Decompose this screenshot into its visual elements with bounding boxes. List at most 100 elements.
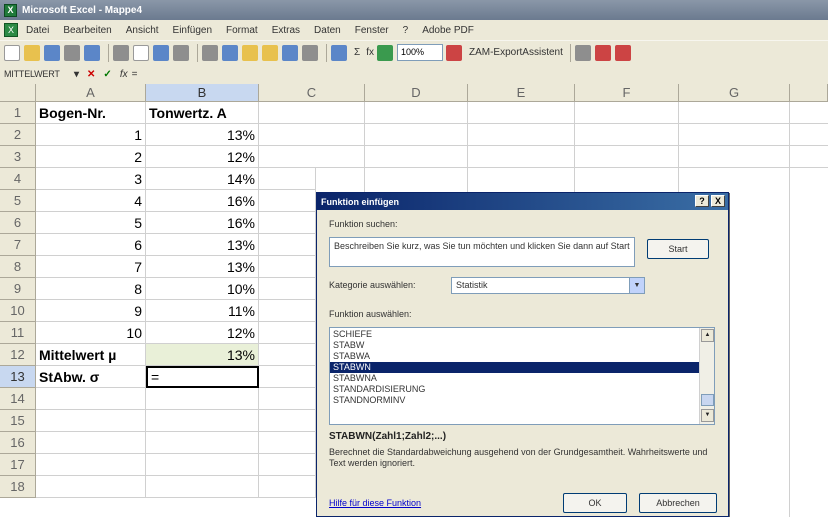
function-item[interactable]: STANDARDISIERUNG bbox=[330, 384, 714, 395]
redo-icon[interactable] bbox=[302, 44, 318, 61]
cancel-icon[interactable]: ✕ bbox=[87, 69, 95, 80]
function-item-selected[interactable]: STABWN bbox=[330, 362, 714, 373]
save-icon[interactable] bbox=[44, 44, 60, 61]
column-header-g[interactable]: G bbox=[679, 84, 790, 102]
function-list-scrollbar[interactable]: ▲ ▼ bbox=[699, 328, 714, 424]
start-button[interactable]: Start bbox=[647, 239, 709, 259]
format-painter-icon[interactable] bbox=[262, 44, 278, 61]
scroll-thumb[interactable] bbox=[701, 394, 714, 406]
column-header-c[interactable]: C bbox=[259, 84, 365, 102]
insert-function-icon[interactable]: fx bbox=[120, 69, 128, 80]
print-icon[interactable] bbox=[113, 44, 129, 61]
cell-row9-empty[interactable] bbox=[259, 278, 316, 300]
undo-icon[interactable] bbox=[282, 44, 298, 61]
cell-row12-empty[interactable] bbox=[259, 344, 316, 366]
column-header-d[interactable]: D bbox=[365, 84, 468, 102]
cell-row10-empty[interactable] bbox=[259, 300, 316, 322]
cell-a6[interactable]: 5 bbox=[36, 212, 146, 234]
enter-icon[interactable]: ✓ bbox=[103, 69, 111, 80]
cell-row3-empty[interactable] bbox=[259, 146, 828, 168]
column-header-h[interactable] bbox=[790, 84, 828, 102]
menu-extras[interactable]: Extras bbox=[272, 25, 300, 36]
cell-a14[interactable] bbox=[36, 388, 146, 410]
column-header-e[interactable]: E bbox=[468, 84, 575, 102]
cell-row15-empty[interactable] bbox=[259, 410, 316, 432]
category-select[interactable]: Statistik ▼ bbox=[451, 277, 645, 294]
print-preview-icon[interactable] bbox=[133, 44, 149, 61]
pdf-email-icon[interactable] bbox=[614, 44, 631, 61]
row-header[interactable]: 2 bbox=[0, 124, 36, 146]
cell-b17[interactable] bbox=[146, 454, 259, 476]
cell-a11[interactable]: 10 bbox=[36, 322, 146, 344]
cell-b1[interactable]: Tonwertz. A bbox=[146, 102, 259, 124]
cell-a7[interactable]: 6 bbox=[36, 234, 146, 256]
cell-b4[interactable]: 14% bbox=[146, 168, 259, 190]
zam-export-icon[interactable] bbox=[445, 44, 462, 61]
menu-format[interactable]: Format bbox=[226, 25, 258, 36]
copy-icon[interactable] bbox=[222, 44, 238, 61]
cell-a3[interactable]: 2 bbox=[36, 146, 146, 168]
cancel-button[interactable]: Abbrechen bbox=[639, 493, 717, 513]
column-header-f[interactable]: F bbox=[575, 84, 679, 102]
cell-b5[interactable]: 16% bbox=[146, 190, 259, 212]
help-link[interactable]: Hilfe für diese Funktion bbox=[329, 498, 421, 508]
row-header[interactable]: 12 bbox=[0, 344, 36, 366]
menu-fenster[interactable]: Fenster bbox=[355, 25, 389, 36]
zoom-select[interactable]: 100% bbox=[396, 44, 443, 61]
permission-icon[interactable] bbox=[64, 44, 80, 61]
row-header[interactable]: 1 bbox=[0, 102, 36, 124]
function-item[interactable]: STABW bbox=[330, 340, 714, 351]
chart-wizard-icon[interactable] bbox=[376, 44, 393, 61]
menu-einfuegen[interactable]: Einfügen bbox=[173, 25, 212, 36]
cut-icon[interactable] bbox=[202, 44, 218, 61]
cell-a13[interactable]: StAbw. σ bbox=[36, 366, 146, 388]
row-header[interactable]: 17 bbox=[0, 454, 36, 476]
function-icon[interactable]: fx bbox=[366, 47, 374, 58]
autosum-icon[interactable]: Σ bbox=[354, 47, 360, 58]
workbook-icon[interactable]: X bbox=[4, 23, 18, 37]
select-all-corner[interactable] bbox=[0, 84, 36, 102]
scroll-up-icon[interactable]: ▲ bbox=[701, 329, 714, 342]
menu-ansicht[interactable]: Ansicht bbox=[126, 25, 159, 36]
cell-a5[interactable]: 4 bbox=[36, 190, 146, 212]
cell-b14[interactable] bbox=[146, 388, 259, 410]
row-header[interactable]: 14 bbox=[0, 388, 36, 410]
cell-row5-empty[interactable] bbox=[259, 190, 316, 212]
cell-a1[interactable]: Bogen-Nr. bbox=[36, 102, 146, 124]
column-header-b[interactable]: B bbox=[146, 84, 259, 102]
scroll-down-icon[interactable]: ▼ bbox=[701, 409, 714, 422]
function-list[interactable]: SCHIEFE STABW STABWA STABWN STABWNA STAN… bbox=[329, 327, 715, 425]
row-header[interactable]: 13 bbox=[0, 366, 36, 388]
row-header[interactable]: 10 bbox=[0, 300, 36, 322]
chevron-down-icon[interactable]: ▼ bbox=[629, 278, 644, 293]
cell-b13-active[interactable]: = bbox=[146, 366, 259, 388]
function-item[interactable]: STABWNA bbox=[330, 373, 714, 384]
row-header[interactable]: 6 bbox=[0, 212, 36, 234]
cell-row18-empty[interactable] bbox=[259, 476, 316, 498]
cell-b7[interactable]: 13% bbox=[146, 234, 259, 256]
function-item[interactable]: STANDNORMINV bbox=[330, 395, 714, 406]
row-header[interactable]: 7 bbox=[0, 234, 36, 256]
name-box[interactable]: MITTELWERT bbox=[4, 69, 70, 79]
cell-b2[interactable]: 13% bbox=[146, 124, 259, 146]
cell-a2[interactable]: 1 bbox=[36, 124, 146, 146]
new-icon[interactable] bbox=[4, 44, 20, 61]
cell-row7-empty[interactable] bbox=[259, 234, 316, 256]
pdf-convert-icon[interactable] bbox=[594, 44, 611, 61]
row-header[interactable]: 8 bbox=[0, 256, 36, 278]
row-header[interactable]: 16 bbox=[0, 432, 36, 454]
cell-b9[interactable]: 10% bbox=[146, 278, 259, 300]
menu-adobe-pdf[interactable]: Adobe PDF bbox=[422, 25, 474, 36]
cell-row11-empty[interactable] bbox=[259, 322, 316, 344]
cell-a8[interactable]: 7 bbox=[36, 256, 146, 278]
cell-b10[interactable]: 11% bbox=[146, 300, 259, 322]
cell-row1-empty[interactable] bbox=[259, 102, 828, 124]
cell-row8-empty[interactable] bbox=[259, 256, 316, 278]
cell-a4[interactable]: 3 bbox=[36, 168, 146, 190]
row-header[interactable]: 9 bbox=[0, 278, 36, 300]
row-header[interactable]: 5 bbox=[0, 190, 36, 212]
cell-a10[interactable]: 9 bbox=[36, 300, 146, 322]
row-header[interactable]: 18 bbox=[0, 476, 36, 498]
row-header[interactable]: 11 bbox=[0, 322, 36, 344]
hyperlink-icon[interactable] bbox=[331, 44, 347, 61]
